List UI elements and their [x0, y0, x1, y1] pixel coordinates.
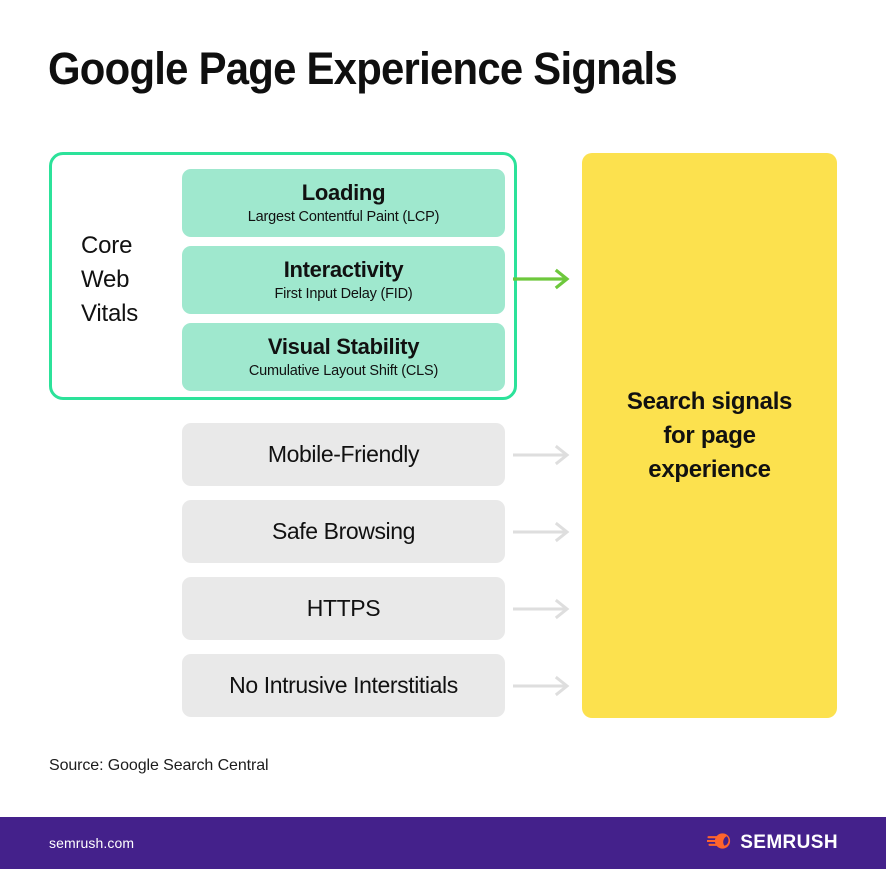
signal-row-safe-browsing[interactable]: Safe Browsing [182, 500, 505, 563]
signal-row-mobile-friendly[interactable]: Mobile-Friendly [182, 423, 505, 486]
vital-title: Visual Stability [267, 333, 420, 359]
arrow-right-gray-icon [512, 598, 574, 620]
vital-row-loading[interactable]: Loading Largest Contentful Paint (LCP) [182, 169, 505, 237]
outcome-box: Search signals for page experience [582, 153, 837, 718]
vital-subtitle: Cumulative Layout Shift (CLS) [248, 362, 439, 379]
footer-url[interactable]: semrush.com [49, 835, 134, 851]
arrow-right-gray-icon [512, 521, 574, 543]
semrush-logo[interactable]: SEMRUSH [706, 831, 838, 856]
core-web-vitals-label: Core Web Vitals [81, 232, 139, 327]
vital-subtitle: First Input Delay (FID) [274, 285, 413, 302]
semrush-comet-icon [706, 831, 733, 856]
signal-label: HTTPS [306, 595, 381, 621]
signal-row-no-intrusive-interstitials[interactable]: No Intrusive Interstitials [182, 654, 505, 717]
signal-label: Safe Browsing [271, 518, 416, 544]
vital-subtitle: Largest Contentful Paint (LCP) [247, 208, 440, 225]
source-note: Source: Google Search Central [49, 757, 269, 774]
page-title: Google Page Experience Signals [48, 43, 678, 94]
arrow-right-gray-icon [512, 444, 574, 466]
semrush-wordmark: SEMRUSH [740, 832, 838, 853]
signal-label: No Intrusive Interstitials [229, 672, 458, 698]
signal-row-https[interactable]: HTTPS [182, 577, 505, 640]
vital-title: Interactivity [283, 256, 404, 282]
arrow-right-gray-icon [512, 675, 574, 697]
arrow-right-green-icon [512, 268, 574, 290]
footer-bar: semrush.com SEMRUSH [0, 817, 886, 869]
outcome-text: Search signals for page experience [626, 387, 793, 483]
vital-row-interactivity[interactable]: Interactivity First Input Delay (FID) [182, 246, 505, 314]
signal-label: Mobile-Friendly [267, 441, 420, 467]
vital-row-visual-stability[interactable]: Visual Stability Cumulative Layout Shift… [182, 323, 505, 391]
vital-title: Loading [301, 179, 386, 205]
